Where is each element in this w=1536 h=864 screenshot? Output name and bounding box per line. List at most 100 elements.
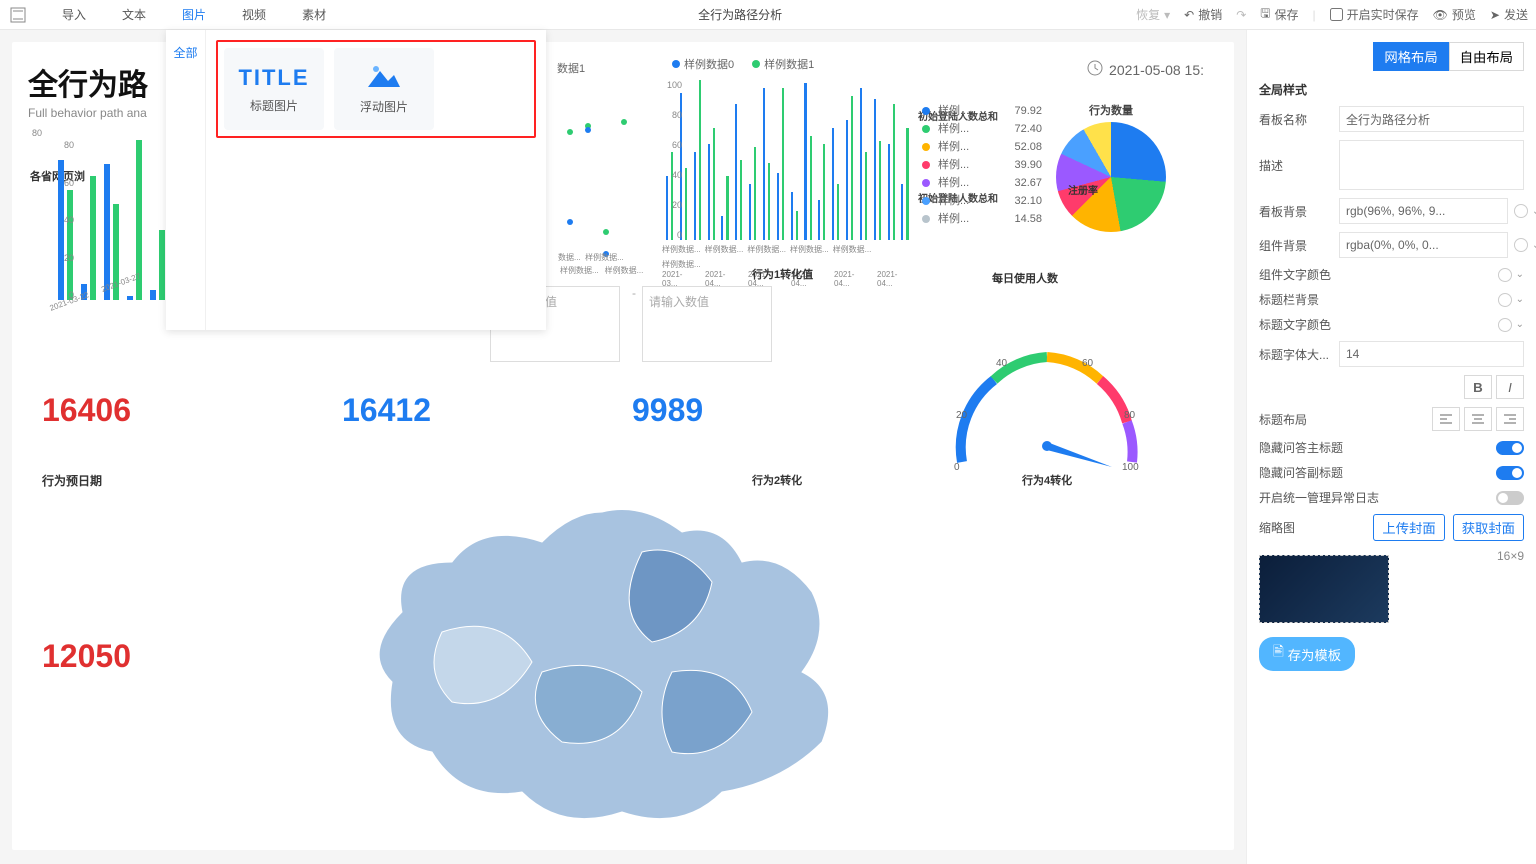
chevron-down-icon[interactable]: ⌄ bbox=[1532, 206, 1536, 217]
undo-button[interactable]: ↶ 撤销 bbox=[1184, 6, 1222, 23]
board-bg-color-icon[interactable] bbox=[1514, 204, 1528, 218]
province-bars bbox=[58, 140, 182, 300]
float-image-label: 浮动图片 bbox=[360, 98, 408, 115]
menu-material[interactable]: 素材 bbox=[284, 0, 344, 30]
prop-board-bg: 看板背景 ⌄ bbox=[1259, 198, 1524, 224]
pie-inner-label: 注册率 bbox=[1068, 182, 1098, 197]
login-yaxis: 100806040200 bbox=[660, 80, 682, 240]
preview-button[interactable]: 👁 预览 bbox=[1433, 6, 1476, 23]
numeric-input-2[interactable]: 请输入数值 bbox=[642, 286, 772, 362]
layout-toggle: 网格布局 自由布局 bbox=[1259, 42, 1524, 71]
align-center-button[interactable] bbox=[1464, 407, 1492, 431]
board-name-input[interactable] bbox=[1339, 106, 1524, 132]
eye-icon: 👁 bbox=[1433, 8, 1448, 22]
cutoff-xaxis-left: 数据... 样例数据... bbox=[558, 252, 624, 263]
login-chart[interactable]: 样例数据0 样例数据1 100806040200 初始登陆人数总和 初始登陆人数… bbox=[642, 56, 912, 288]
menu-text[interactable]: 文本 bbox=[104, 0, 164, 30]
behavior-date-label: 行为预日期 bbox=[42, 472, 102, 489]
chevron-down-icon[interactable]: ⌄ bbox=[1516, 294, 1524, 305]
title-text-color-icon[interactable] bbox=[1498, 318, 1512, 332]
template-icon: 🖹 bbox=[1273, 643, 1284, 665]
title-bg-color-icon[interactable] bbox=[1498, 293, 1512, 307]
input-box-2[interactable]: 请输入数值 bbox=[642, 286, 772, 362]
topbar-right: 恢复 ▾ ↶ 撤销 ↷ 🖫 保存 | 开启实时保存 👁 预览 ➤ 发送 bbox=[1136, 4, 1528, 25]
dropdown-highlight-box: TITLE 标题图片 浮动图片 bbox=[216, 40, 536, 138]
save-icon: 🖫 bbox=[1260, 4, 1270, 25]
gauge-tick-100: 100 bbox=[1122, 462, 1139, 473]
save-template-button[interactable]: 🖹 存为模板 bbox=[1259, 637, 1355, 671]
clock-icon bbox=[1087, 60, 1103, 79]
metric-red-2: 12050 bbox=[42, 638, 131, 675]
align-left-button[interactable] bbox=[1432, 407, 1460, 431]
layout-free-button[interactable]: 自由布局 bbox=[1449, 42, 1524, 71]
prop-desc: 描述 bbox=[1259, 140, 1524, 190]
map-title: 行为2转化 bbox=[752, 472, 802, 488]
comp-text-color-icon[interactable] bbox=[1498, 268, 1512, 282]
app-icon[interactable] bbox=[8, 5, 28, 25]
dropdown-body: TITLE 标题图片 浮动图片 bbox=[206, 30, 546, 330]
redo-button[interactable]: ↷ bbox=[1236, 8, 1246, 22]
daily-use-title: 每日使用人数 bbox=[992, 270, 1058, 286]
gauge-tick-80: 80 bbox=[1124, 410, 1135, 421]
title-image-icon: TITLE bbox=[238, 65, 309, 91]
float-image-icon bbox=[366, 63, 402, 92]
switch-unified-log: 开启统一管理异常日志 bbox=[1259, 489, 1524, 506]
title-size-input[interactable] bbox=[1339, 341, 1524, 367]
thumbnail-preview[interactable] bbox=[1259, 555, 1389, 623]
pie-wrap: 行为数量 注册率 bbox=[1056, 102, 1166, 232]
upload-cover-button[interactable]: 上传封面 bbox=[1373, 514, 1444, 541]
pie-legend: 样例...79.92样例...72.40样例...52.08样例...39.90… bbox=[922, 102, 1042, 232]
comp-bg-input[interactable] bbox=[1339, 232, 1508, 258]
china-map[interactable] bbox=[342, 492, 882, 845]
restore-button[interactable]: 恢复 ▾ bbox=[1136, 6, 1170, 23]
gauge-title: 行为4转化 bbox=[1022, 472, 1072, 488]
document-title: 全行为路径分析 bbox=[344, 6, 1136, 23]
align-right-button[interactable] bbox=[1496, 407, 1524, 431]
italic-button[interactable]: I bbox=[1496, 375, 1524, 399]
title-image-card[interactable]: TITLE 标题图片 bbox=[224, 48, 324, 130]
pie-chart: 注册率 bbox=[1056, 122, 1166, 232]
topbar: 导入 文本 图片 视频 素材 全行为路径分析 恢复 ▾ ↶ 撤销 ↷ 🖫 保存 … bbox=[0, 0, 1536, 30]
gauge-chart: 0 20 40 60 80 100 行为4转化 bbox=[942, 322, 1152, 442]
board-desc-input[interactable] bbox=[1339, 140, 1524, 190]
gauge-tick-40: 40 bbox=[996, 358, 1007, 369]
metric-blue-2: 9989 bbox=[632, 392, 703, 429]
hide-sub-title-switch[interactable] bbox=[1496, 466, 1524, 480]
prop-title-size: 标题字体大... bbox=[1259, 341, 1524, 367]
row1-label: 行为1转化值 bbox=[752, 266, 813, 282]
prop-title-bg: 标题栏背景 ⌄ bbox=[1259, 291, 1524, 308]
float-image-card[interactable]: 浮动图片 bbox=[334, 48, 434, 130]
send-button[interactable]: ➤ 发送 bbox=[1490, 6, 1528, 23]
layout-grid-button[interactable]: 网格布局 bbox=[1373, 42, 1448, 71]
pie-title: 行为数量 bbox=[1056, 102, 1166, 118]
pie-block[interactable]: 样例...79.92样例...72.40样例...52.08样例...39.90… bbox=[922, 102, 1202, 232]
realtime-save-toggle[interactable]: 开启实时保存 bbox=[1330, 6, 1419, 23]
gauge-block[interactable]: 0 20 40 60 80 100 行为4转化 bbox=[942, 322, 1152, 442]
province-chart[interactable]: 80 各省网页浏 806040200 2021-03-222021-03-27 bbox=[32, 128, 182, 313]
switch-hide-sub: 隐藏问答副标题 bbox=[1259, 464, 1524, 481]
chevron-down-icon data.underline[interactable]: ⌄ bbox=[1516, 319, 1524, 330]
chevron-down-icon[interactable]: ⌄ bbox=[1516, 269, 1524, 280]
prop-comp-text: 组件文字颜色 ⌄ bbox=[1259, 266, 1524, 283]
menu-image[interactable]: 图片 bbox=[164, 0, 224, 30]
thumb-wrap: 16×9 bbox=[1259, 549, 1524, 623]
login-bars bbox=[666, 80, 912, 240]
hide-main-title-switch[interactable] bbox=[1496, 441, 1524, 455]
dashboard-subtitle: Full behavior path ana bbox=[28, 106, 148, 120]
get-cover-button[interactable]: 获取封面 bbox=[1453, 514, 1524, 541]
unified-log-switch[interactable] bbox=[1496, 491, 1524, 505]
gauge-tick-0: 0 bbox=[954, 462, 960, 473]
save-button[interactable]: 🖫 保存 bbox=[1260, 4, 1298, 25]
menu-video[interactable]: 视频 bbox=[224, 0, 284, 30]
prop-thumb: 缩略图 上传封面 获取封面 bbox=[1259, 514, 1524, 541]
redo-icon: ↷ bbox=[1236, 8, 1246, 22]
topbar-left: 导入 文本 图片 视频 素材 bbox=[8, 0, 344, 30]
board-bg-input[interactable] bbox=[1339, 198, 1508, 224]
dropdown-tab-all[interactable]: 全部 bbox=[166, 40, 205, 65]
comp-bg-color-icon[interactable] bbox=[1514, 238, 1528, 252]
metric-red-1: 16406 bbox=[42, 392, 131, 429]
chevron-down-icon[interactable]: ⌄ bbox=[1532, 240, 1536, 251]
realtime-save-checkbox[interactable] bbox=[1330, 8, 1343, 21]
bold-button[interactable]: B bbox=[1464, 375, 1492, 399]
menu-import[interactable]: 导入 bbox=[44, 0, 104, 30]
